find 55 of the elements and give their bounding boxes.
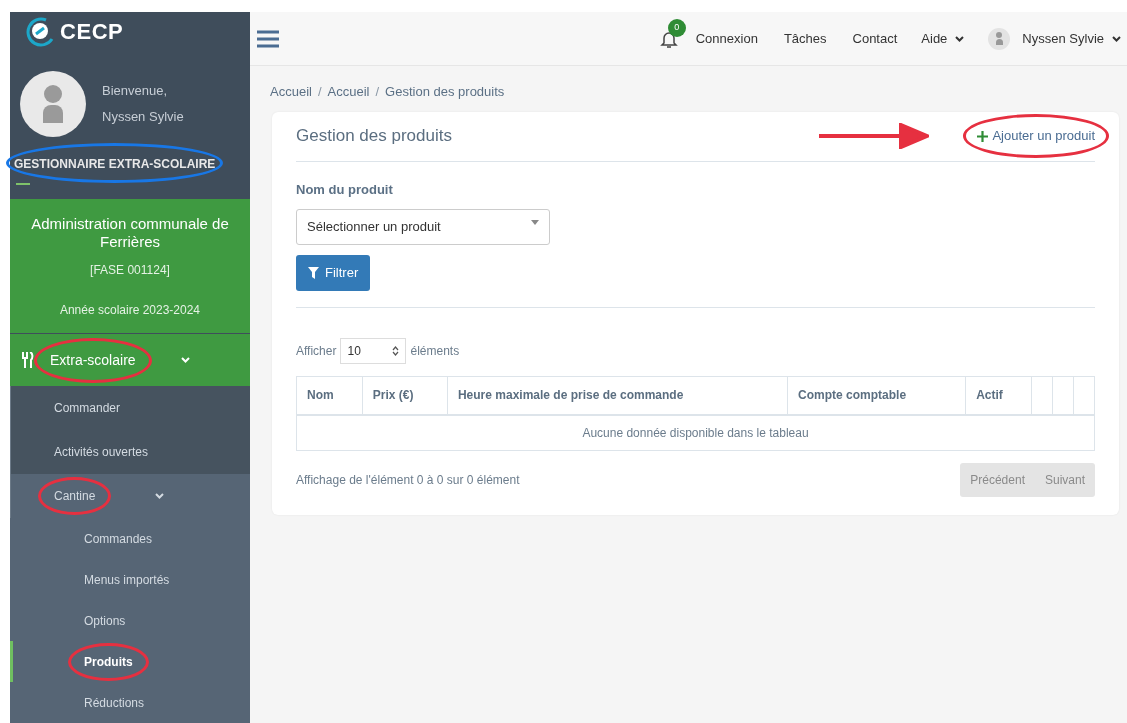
logo-icon	[24, 15, 56, 48]
chevron-icon	[181, 357, 190, 363]
plus-icon	[977, 130, 989, 142]
filter-icon	[308, 267, 319, 279]
organisation-code: [FASE 001124]	[90, 262, 170, 279]
user-menu[interactable]: Nyssen Sylvie	[1022, 28, 1121, 49]
chevron-icon	[1112, 35, 1121, 42]
chevron-icon	[155, 493, 164, 499]
column-header: Actif	[965, 376, 1032, 415]
pagination-info: Affichage de l'élément 0 à 0 sur 0 élément	[296, 472, 520, 489]
page-size-label: éléments	[410, 343, 460, 360]
column-header: Prix (€)	[362, 376, 448, 415]
column-header: Nom	[296, 376, 363, 415]
logo-text: CECP	[60, 17, 124, 46]
sidebar-item[interactable]: Cantine	[10, 474, 250, 518]
menu-icon[interactable]	[256, 28, 280, 49]
column-header: Compte comptable	[787, 376, 966, 415]
welcome-text: Bienvenue,	[102, 82, 169, 100]
sidebar-item[interactable]: Extra-scolaire	[10, 334, 250, 386]
caret-icon	[531, 219, 539, 225]
empty-table-message: Aucune donnée disponible dans le tableau	[296, 414, 1095, 451]
breadcrumb-item: Gestion des produits	[385, 83, 505, 101]
sidebar-item[interactable]: Options	[10, 600, 250, 641]
sidebar-item[interactable]: Commandes	[10, 518, 250, 559]
nav-link[interactable]: Connexion	[695, 28, 758, 49]
nav-link[interactable]: Contact	[852, 28, 898, 49]
help-menu[interactable]: Aide	[921, 28, 965, 49]
card-title: Gestion des produits	[296, 125, 452, 148]
select-placeholder: Sélectionner un produit	[307, 218, 441, 237]
organisation-name: Administration communale de Ferrières	[30, 215, 230, 251]
sidebar-item[interactable]: Commander	[10, 386, 250, 430]
page-size-select[interactable]: 10	[340, 338, 407, 364]
filter-button[interactable]: Filtrer	[296, 255, 371, 291]
sidebar-item[interactable]: Menus importés	[10, 559, 250, 600]
page-size-label: Afficher	[296, 343, 337, 360]
column-header: Heure maximale de prise de commande	[447, 376, 788, 415]
breadcrumb-item[interactable]: Accueil	[270, 82, 312, 102]
school-year: Année scolaire 2023-2024	[59, 302, 201, 319]
notification-badge: 0	[667, 18, 686, 37]
add-product-link[interactable]: Ajouter un produit	[977, 126, 1095, 146]
chevron-icon	[955, 35, 965, 42]
breadcrumb-separator: /	[375, 83, 380, 101]
spinner-icon	[392, 346, 400, 356]
user-avatar	[988, 27, 1011, 50]
field-label: Nom du produit	[296, 180, 394, 199]
user-name: Nyssen Sylvie	[102, 107, 184, 126]
role-text: GESTIONNAIRE EXTRA-SCOLAIRE	[14, 156, 216, 171]
nav-link[interactable]: Tâches	[783, 28, 827, 49]
cutlery-icon	[22, 352, 34, 368]
sidebar-item[interactable]: Produits	[10, 641, 250, 682]
sidebar-item[interactable]: Réductions	[10, 682, 250, 723]
sidebar-item[interactable]: Activités ouvertes	[10, 430, 250, 474]
product-select[interactable]: Sélectionner un produit	[296, 209, 550, 245]
breadcrumb-item[interactable]: Accueil	[327, 82, 370, 102]
breadcrumb-separator: /	[317, 83, 322, 101]
